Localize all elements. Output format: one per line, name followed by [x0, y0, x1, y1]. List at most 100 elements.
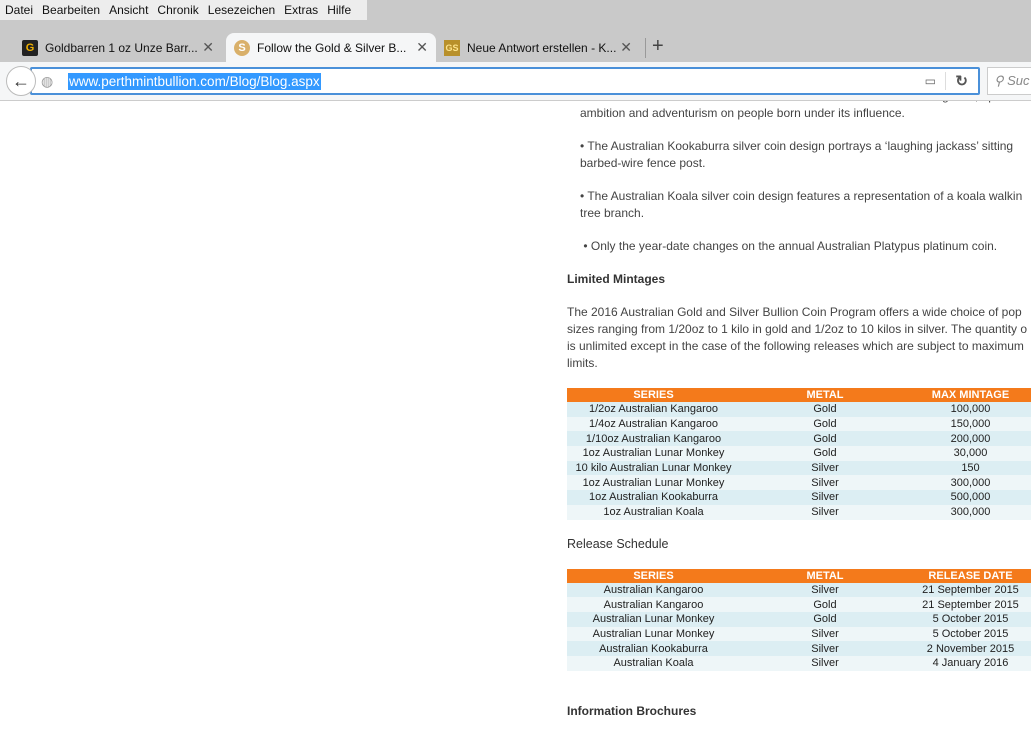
table-cell: 300,000 — [910, 475, 1031, 491]
menu-extras[interactable]: Extras — [279, 0, 322, 20]
bullet-kookaburra: • The Australian Kookaburra silver coin … — [567, 138, 1031, 172]
table-cell: Gold — [740, 611, 910, 627]
heading-release-schedule: Release Schedule — [567, 536, 669, 551]
back-arrow-icon: ← — [12, 70, 30, 91]
table-cell: 1oz Australian Lunar Monkey — [567, 475, 740, 491]
text-line: tree branch. — [580, 206, 645, 220]
column-header-metal: METAL — [740, 388, 910, 402]
tab-separator — [645, 38, 646, 58]
table-cell: 30,000 — [910, 446, 1031, 461]
table-cell: Gold — [740, 446, 910, 461]
table-cell: Australian Lunar Monkey — [567, 611, 740, 627]
tab-follow-gold-silver[interactable]: S Follow the Gold & Silver B... ✕ — [226, 33, 436, 62]
table-cell: 500,000 — [910, 490, 1031, 505]
table-cell: 1oz Australian Koala — [567, 504, 740, 520]
paragraph-program: The 2016 Australian Gold and Silver Bull… — [567, 304, 1031, 372]
table-row: Australian Lunar Monkey Silver 5 October 2… — [567, 626, 1031, 642]
text-line: barbed-wire fence post. — [580, 156, 706, 170]
table-row: 1oz Australian Lunar Monkey Gold 30,000 — [567, 446, 1031, 461]
tab-goldbarren[interactable]: G Goldbarren 1 oz Unze Barr... ✕ — [22, 33, 222, 62]
globe-icon: ◍ — [41, 73, 54, 89]
table-row: 1oz Australian Lunar Monkey Silver 300,000 — [567, 475, 1031, 491]
table-row: 1oz Australian Koala Silver 300,000 — [567, 504, 1031, 520]
text-line: is unlimited except in the case of the f… — [567, 339, 1024, 353]
article-content: animal in the traditional Chinese Zodiac… — [567, 88, 1031, 736]
table-cell: Australian Lunar Monkey — [567, 626, 740, 642]
table-cell: 150,000 — [910, 416, 1031, 432]
url-bar[interactable]: ◍ www.perthmintbullion.com/Blog/Blog.asp… — [30, 67, 980, 95]
url-text[interactable]: www.perthmintbullion.com/Blog/Blog.aspx — [68, 73, 321, 90]
mintage-table: SERIES METAL MAX MINTAGE 1/2oz Australia… — [567, 388, 1031, 520]
table-cell: 5 October 2015 — [910, 611, 1031, 627]
tab-neue-antwort[interactable]: GS Neue Antwort erstellen - K... ✕ — [444, 33, 640, 62]
close-tab-icon[interactable]: ✕ — [202, 39, 214, 56]
bullet-platypus: • Only the year-date changes on the annu… — [580, 239, 998, 253]
search-placeholder: Suc — [1007, 73, 1030, 88]
table-cell: 1oz Australian Kookaburra — [567, 490, 740, 505]
menu-chronik[interactable]: Chronik — [152, 0, 202, 20]
close-tab-icon[interactable]: ✕ — [416, 39, 428, 56]
tab-label: Goldbarren 1 oz Unze Barr... — [45, 40, 198, 55]
table-row: Australian Koala Silver 4 January 2016 — [567, 655, 1031, 671]
table-cell: 2 November 2015 — [910, 641, 1031, 656]
heading-limited-mintages: Limited Mintages — [567, 272, 666, 286]
menu-datei[interactable]: Datei — [0, 0, 37, 20]
table-cell: 150 — [910, 460, 1031, 476]
menu-ansicht[interactable]: Ansicht — [104, 0, 152, 20]
table-cell: Australian Kookaburra — [567, 641, 740, 656]
separator — [945, 72, 946, 90]
table-cell: Australian Kangaroo — [567, 597, 740, 612]
table-row: Australian Kangaroo Silver 21 September 20… — [567, 582, 1031, 598]
table-cell: Silver — [740, 655, 910, 671]
table-row: 1/4oz Australian Kangaroo Gold 150,000 — [567, 416, 1031, 432]
menu-lesezeichen[interactable]: Lesezeichen — [203, 0, 279, 20]
table-cell: 200,000 — [910, 431, 1031, 447]
column-header-metal: METAL — [740, 568, 910, 583]
close-tab-icon[interactable]: ✕ — [620, 39, 632, 56]
back-button[interactable]: ← — [6, 66, 36, 96]
table-cell: Silver — [740, 504, 910, 520]
table-row: 10 kilo Australian Lunar Monkey Silver 150 — [567, 460, 1031, 476]
table-cell: Gold — [740, 416, 910, 432]
search-input[interactable]: ⚲ Suc — [987, 67, 1031, 95]
table-cell: 100,000 — [910, 402, 1031, 417]
table-cell: 1oz Australian Lunar Monkey — [567, 446, 740, 461]
table-cell: Gold — [740, 402, 910, 417]
table-row: 1/2oz Australian Kangaroo Gold 100,000 — [567, 402, 1031, 417]
menu-bearbeiten[interactable]: Bearbeiten — [37, 0, 104, 20]
table-cell: 1/4oz Australian Kangaroo — [567, 416, 740, 432]
tab-label: Follow the Gold & Silver B... — [257, 40, 407, 55]
table-cell: 1/10oz Australian Kangaroo — [567, 431, 740, 447]
reader-view-icon[interactable]: ▭ — [925, 74, 936, 88]
reload-icon[interactable]: ↻ — [955, 72, 968, 90]
table-cell: Australian Koala — [567, 655, 740, 671]
column-header-max-mintage: MAX MINTAGE — [910, 388, 1031, 402]
table-cell: 21 September 2015 — [910, 582, 1031, 598]
menu-bar: Datei Bearbeiten Ansicht Chronik Lesezei… — [0, 0, 367, 20]
goldbarren-favicon-icon: G — [22, 39, 38, 56]
heading-information-brochures: Information Brochures — [567, 703, 697, 718]
browser-chrome: Datei Bearbeiten Ansicht Chronik Lesezei… — [0, 0, 1031, 101]
table-cell: 10 kilo Australian Lunar Monkey — [567, 460, 740, 476]
text-line: limits. — [567, 356, 598, 370]
table-row: 1oz Australian Kookaburra Silver 500,000 — [567, 490, 1031, 505]
table-cell: Australian Kangaroo — [567, 582, 740, 598]
table-cell: Gold — [740, 597, 910, 612]
text-line: • The Australian Koala silver coin desig… — [580, 189, 1023, 203]
table-cell: 4 January 2016 — [910, 655, 1031, 671]
bullet-koala: • The Australian Koala silver coin desig… — [567, 188, 1031, 222]
new-tab-plus-icon[interactable]: + — [652, 35, 664, 58]
table-row: 1/10oz Australian Kangaroo Gold 200,000 — [567, 431, 1031, 447]
table-cell: 300,000 — [910, 504, 1031, 520]
menu-hilfe[interactable]: Hilfe — [322, 0, 355, 20]
text-line: • The Australian Kookaburra silver coin … — [580, 139, 1014, 153]
table-cell: Silver — [740, 626, 910, 642]
paragraph: ambition and adventurism on people born … — [580, 106, 905, 120]
table-cell: Silver — [740, 490, 910, 505]
text-line: The 2016 Australian Gold and Silver Bull… — [567, 305, 1022, 319]
table-cell: 1/2oz Australian Kangaroo — [567, 402, 740, 417]
column-header-series: SERIES — [567, 388, 740, 402]
tab-label: Neue Antwort erstellen - K... — [467, 40, 617, 55]
table-cell: Gold — [740, 431, 910, 447]
table-cell: Silver — [740, 475, 910, 491]
